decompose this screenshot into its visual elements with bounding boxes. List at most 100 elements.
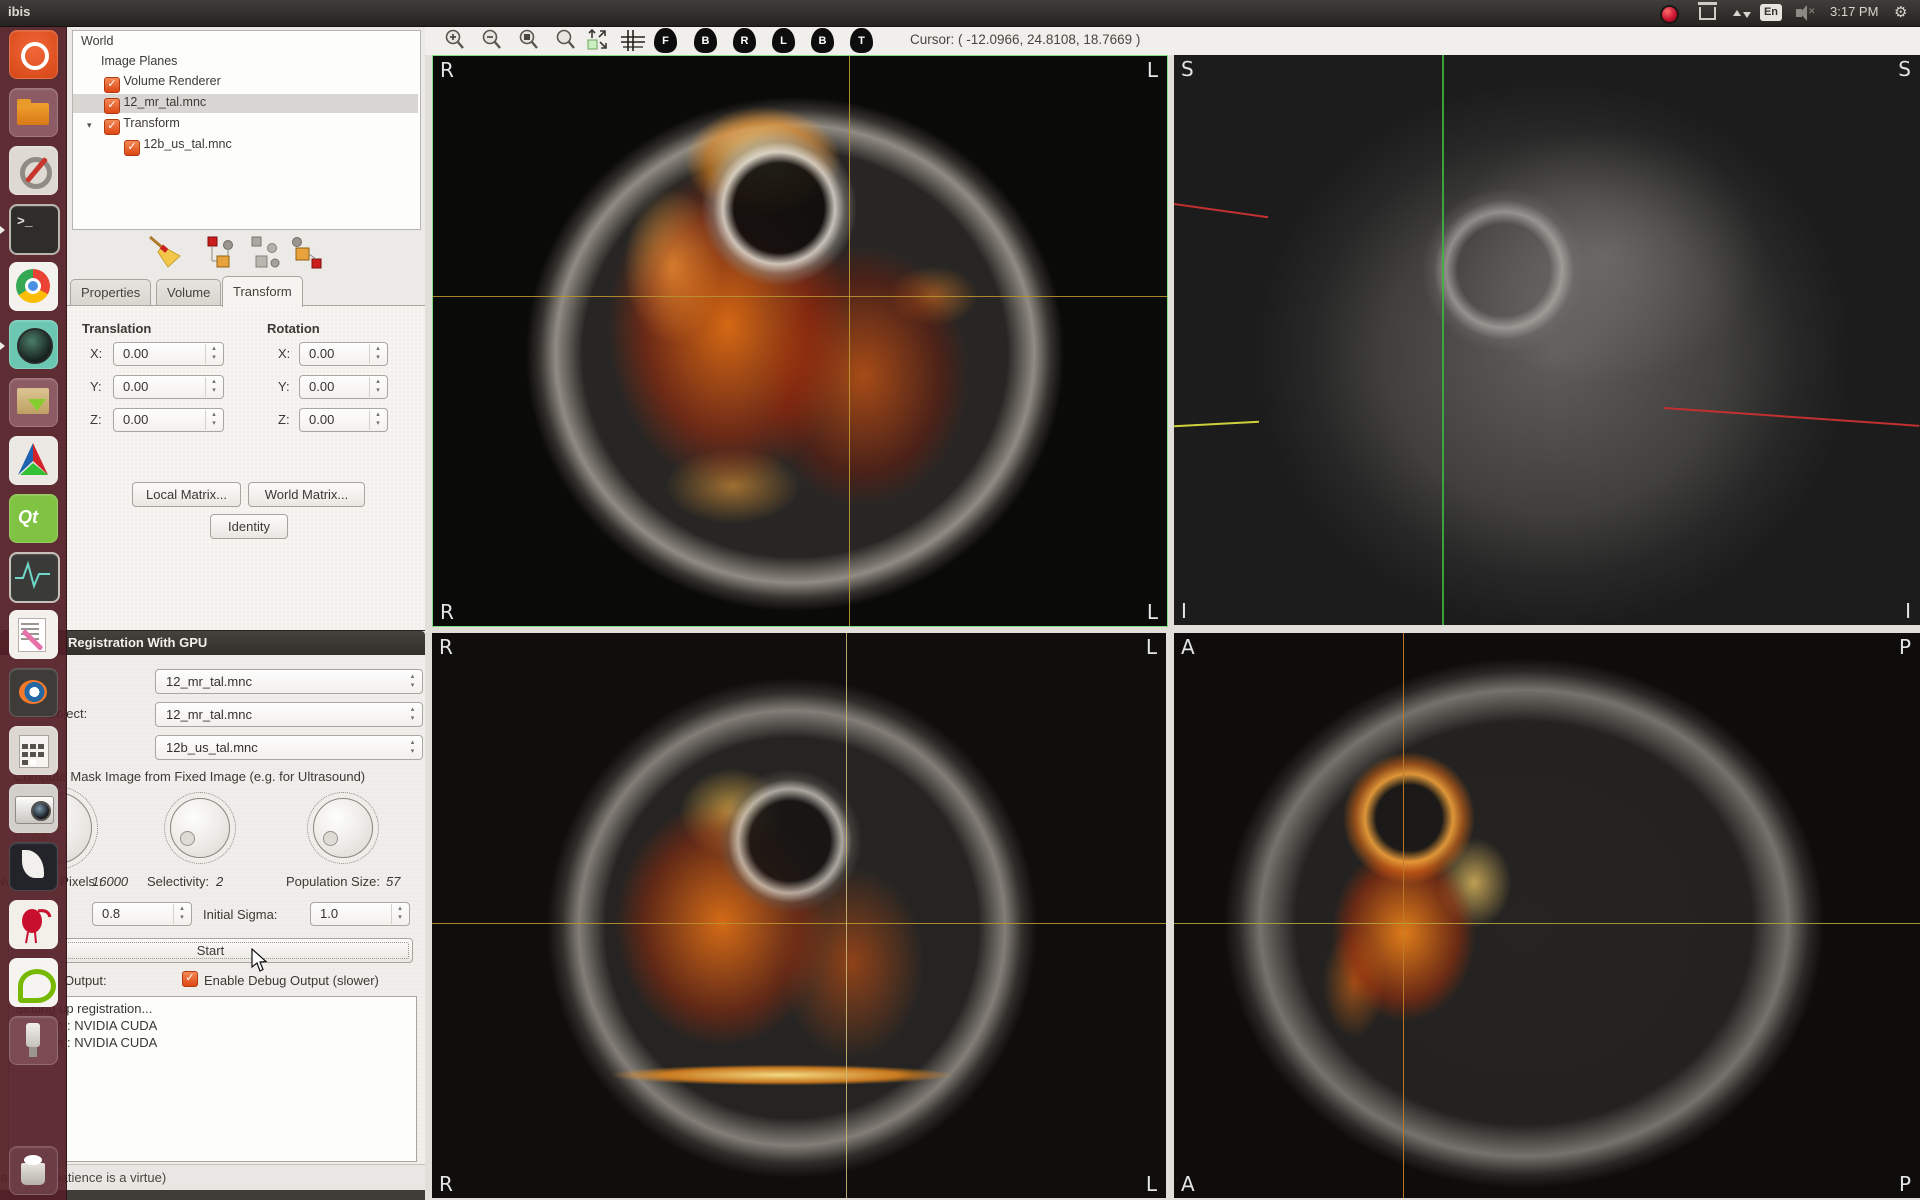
launcher-blender-icon[interactable] — [9, 668, 58, 717]
grid-icon[interactable] — [619, 28, 647, 53]
tree-item-12-mr-tal[interactable]: ✓ 12_mr_tal.mnc — [104, 95, 206, 114]
rotation-y-spinbox[interactable]: 0.00▴▾ — [299, 375, 388, 399]
add-object-icon[interactable] — [206, 236, 238, 270]
world-matrix-button[interactable]: World Matrix... — [248, 482, 365, 507]
unity-launcher: >_ Qt — [0, 26, 67, 1200]
viewport-3d[interactable]: S S I I — [1174, 55, 1920, 625]
debug-checkbox-label[interactable]: Enable Debug Output (slower) — [204, 973, 379, 988]
launcher-files-icon[interactable] — [9, 88, 58, 137]
view-bottom-button[interactable]: B — [811, 28, 834, 53]
viewport-coronal[interactable]: R L R L — [432, 633, 1166, 1198]
log-line: Platform : NVIDIA CUDA — [15, 1034, 416, 1051]
launcher-trash-icon[interactable] — [9, 1146, 58, 1195]
target-object-combo[interactable]: 12_mr_tal.mnc▴▾ — [155, 702, 423, 727]
orientation-label: R — [440, 600, 454, 624]
tree-item-volume-renderer[interactable]: ✓ Volume Renderer — [104, 74, 221, 93]
launcher-text-editor-icon[interactable] — [9, 610, 58, 659]
checkbox-icon[interactable]: ✓ — [124, 140, 140, 156]
percentile-spinbox[interactable]: 0.8▴▾ — [92, 902, 192, 926]
launcher-ibis-icon[interactable] — [9, 900, 58, 949]
zoom-out-icon[interactable] — [480, 28, 504, 52]
tree-item-12b-us-tal[interactable]: ✓ 12b_us_tal.mnc — [124, 137, 232, 156]
sync-tray-icon[interactable] — [1699, 7, 1716, 20]
view-left-button[interactable]: L — [772, 28, 795, 53]
launcher-camera-icon[interactable] — [9, 784, 58, 833]
tree-item-transform[interactable]: ▾✓ Transform — [104, 116, 180, 135]
orientation-label: I — [1181, 599, 1187, 623]
viewport-axial[interactable]: R L R L — [432, 55, 1168, 627]
log-line: Platform : NVIDIA CUDA — [15, 1017, 416, 1034]
sagittal-vertical-crosshair[interactable] — [1403, 633, 1404, 1198]
sagittal-horizontal-crosshair[interactable] — [1174, 923, 1920, 924]
view-right-button[interactable]: R — [733, 28, 756, 53]
launcher-cmake-icon[interactable] — [9, 436, 58, 485]
tree-item-world[interactable]: World — [81, 34, 113, 53]
zoom-region-icon[interactable] — [517, 28, 541, 52]
viewport-sagittal[interactable]: A P A P — [1174, 633, 1920, 1198]
tab-transform[interactable]: Transform — [222, 276, 303, 307]
top-panel: ibis En 3:17 PM ⚙ — [0, 0, 1920, 27]
expander-icon[interactable]: ▾ — [87, 120, 92, 131]
volume-muted-icon[interactable] — [1796, 9, 1802, 17]
launcher-webcam-icon[interactable] — [9, 320, 58, 369]
launcher-terminal-icon[interactable]: >_ — [9, 204, 60, 255]
selectivity-knob[interactable] — [164, 792, 236, 864]
population-value: 57 — [386, 874, 400, 889]
keyboard-layout-indicator[interactable]: En — [1760, 4, 1782, 21]
axial-vertical-crosshair[interactable] — [849, 56, 850, 626]
scene-tree[interactable]: World Image Planes ✓ Volume Renderer ✓ 1… — [72, 30, 421, 230]
output-log[interactable]: Setting up registration... Platform : NV… — [8, 996, 417, 1162]
rotation-x-spinbox[interactable]: 0.00▴▾ — [299, 342, 388, 366]
coronal-horizontal-crosshair[interactable] — [432, 923, 1166, 924]
translation-z-spinbox[interactable]: 0.00▴▾ — [113, 408, 224, 432]
launcher-chrome-icon[interactable] — [9, 262, 58, 311]
view-top-button[interactable]: T — [850, 28, 873, 53]
session-gear-icon[interactable]: ⚙ — [1894, 3, 1907, 21]
network-up-icon[interactable] — [1733, 6, 1741, 16]
pixels-value: 16000 — [92, 874, 128, 889]
launcher-ubuntu-icon[interactable] — [9, 30, 58, 79]
initial-sigma-spinbox[interactable]: 1.0▴▾ — [310, 902, 410, 926]
tree-item-image-planes[interactable]: Image Planes — [101, 54, 177, 73]
clean-scene-icon[interactable] — [144, 232, 186, 270]
zoom-in-icon[interactable] — [443, 28, 467, 52]
record-indicator-icon[interactable] — [1660, 5, 1679, 24]
network-down-icon[interactable] — [1743, 12, 1751, 22]
population-label: Population Size: — [286, 874, 380, 889]
reset-camera-icon[interactable] — [586, 28, 612, 52]
local-matrix-button[interactable]: Local Matrix... — [132, 482, 241, 507]
transform-object-icon[interactable] — [288, 236, 324, 270]
tab-properties[interactable]: Properties — [70, 279, 151, 306]
start-button[interactable]: Start — [8, 938, 413, 963]
selectivity-label: Selectivity: — [147, 874, 209, 889]
ultrasound-combo[interactable]: 12b_us_tal.mnc▴▾ — [155, 735, 423, 760]
zoom-fit-icon[interactable] — [554, 28, 578, 52]
launcher-calculator-icon[interactable] — [9, 726, 58, 775]
debug-checkbox[interactable]: ✓ — [182, 971, 198, 987]
launcher-system-monitor-icon[interactable] — [9, 552, 60, 603]
checkbox-icon[interactable]: ✓ — [104, 119, 120, 135]
view-front-button[interactable]: F — [654, 28, 677, 53]
checkbox-icon[interactable]: ✓ — [104, 77, 120, 93]
axial-horizontal-crosshair[interactable] — [433, 296, 1167, 297]
launcher-paper-boat-icon[interactable] — [9, 842, 58, 891]
identity-button[interactable]: Identity — [210, 514, 288, 539]
launcher-package-installer-icon[interactable] — [9, 378, 58, 427]
coronal-vertical-crosshair[interactable] — [846, 633, 847, 1198]
source-image-combo[interactable]: 12_mr_tal.mnc▴▾ — [155, 669, 423, 694]
launcher-settings-icon[interactable] — [9, 146, 58, 195]
tab-volume[interactable]: Volume — [156, 279, 221, 306]
launcher-nvidia-icon[interactable] — [9, 958, 58, 1007]
launcher-qt-icon[interactable]: Qt — [9, 494, 58, 543]
screen: F B R L B T Cursor: ( -12.0966, 24.8108,… — [0, 0, 1920, 1200]
view-back-button[interactable]: B — [694, 28, 717, 53]
translation-x-spinbox[interactable]: 0.00▴▾ — [113, 342, 224, 366]
translation-y-spinbox[interactable]: 0.00▴▾ — [113, 375, 224, 399]
clock[interactable]: 3:17 PM — [1830, 4, 1878, 19]
rotation-z-spinbox[interactable]: 0.00▴▾ — [299, 408, 388, 432]
launcher-usb-icon[interactable] — [9, 1016, 58, 1065]
population-knob[interactable] — [307, 792, 379, 864]
remove-object-icon[interactable] — [248, 236, 282, 270]
checkbox-icon[interactable]: ✓ — [104, 98, 120, 114]
orientation-label: L — [1146, 1172, 1157, 1196]
